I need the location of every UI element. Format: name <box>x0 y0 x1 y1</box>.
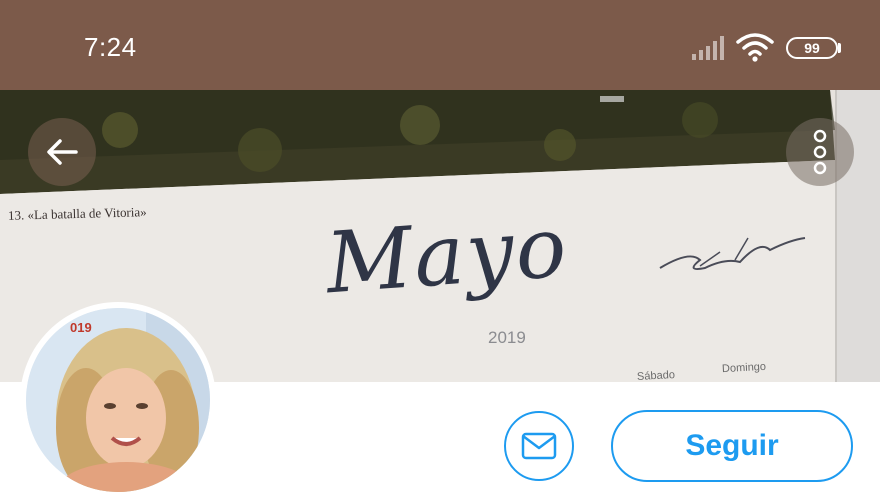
battery-tip <box>838 43 841 53</box>
battery-icon: 99 <box>786 37 838 59</box>
avatar-photo <box>26 308 210 492</box>
follow-button[interactable]: Seguir <box>611 410 853 482</box>
photo-day-label: Sábado <box>636 369 676 382</box>
photo-month: Mayo <box>322 197 572 313</box>
photo-day-label: Domingo <box>721 360 767 376</box>
arrow-left-icon <box>47 139 78 165</box>
back-button[interactable] <box>28 118 96 186</box>
avatar-corner-text: 019 <box>70 320 92 335</box>
more-options-button[interactable] <box>786 118 854 186</box>
status-bar: 7:24 99 <box>0 0 880 90</box>
message-button[interactable] <box>504 411 574 481</box>
avatar-image: 019 <box>26 308 210 492</box>
status-time: 7:24 <box>84 32 137 62</box>
more-vertical-icon <box>813 129 827 175</box>
photo-year: 2019 <box>488 328 526 347</box>
mail-icon <box>521 432 557 460</box>
avatar[interactable]: 019 <box>20 302 216 498</box>
battery-level: 99 <box>804 40 820 56</box>
signal-icon <box>692 36 724 60</box>
wifi-icon <box>736 33 774 62</box>
